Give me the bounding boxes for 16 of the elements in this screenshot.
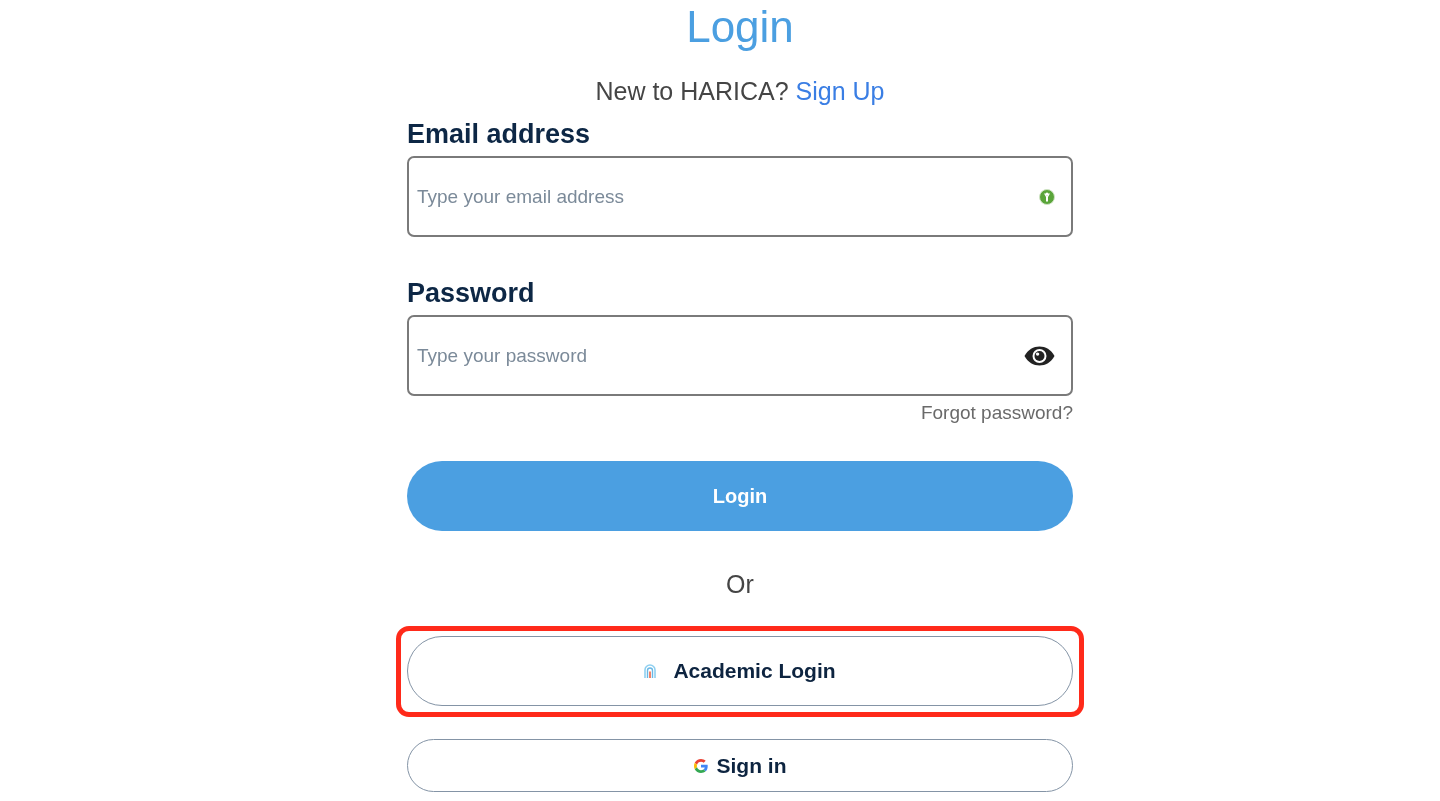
eye-icon[interactable] <box>1024 345 1055 366</box>
field-label: Password <box>407 277 535 310</box>
field-label: Email address <box>407 118 591 151</box>
signup-link[interactable]: Sign Up <box>795 75 885 107</box>
arch-icon <box>644 663 657 679</box>
person-badge-icon <box>1039 188 1055 205</box>
google-sign-in-button[interactable]: Sign in <box>407 739 1073 792</box>
login-button[interactable]: Login <box>407 461 1073 531</box>
password-field[interactable]: Type your password <box>407 315 1073 396</box>
email-field[interactable]: Type your email address <box>407 156 1073 237</box>
page-title: Login <box>686 1 794 53</box>
forgot-password-link[interactable]: Forgot password? <box>920 401 1073 425</box>
or-separator: Or <box>726 569 754 600</box>
signup-prompt: New to HARICA? <box>595 76 789 107</box>
google-g-icon <box>693 758 708 773</box>
academic-login-button[interactable]: Academic Login <box>407 636 1073 706</box>
